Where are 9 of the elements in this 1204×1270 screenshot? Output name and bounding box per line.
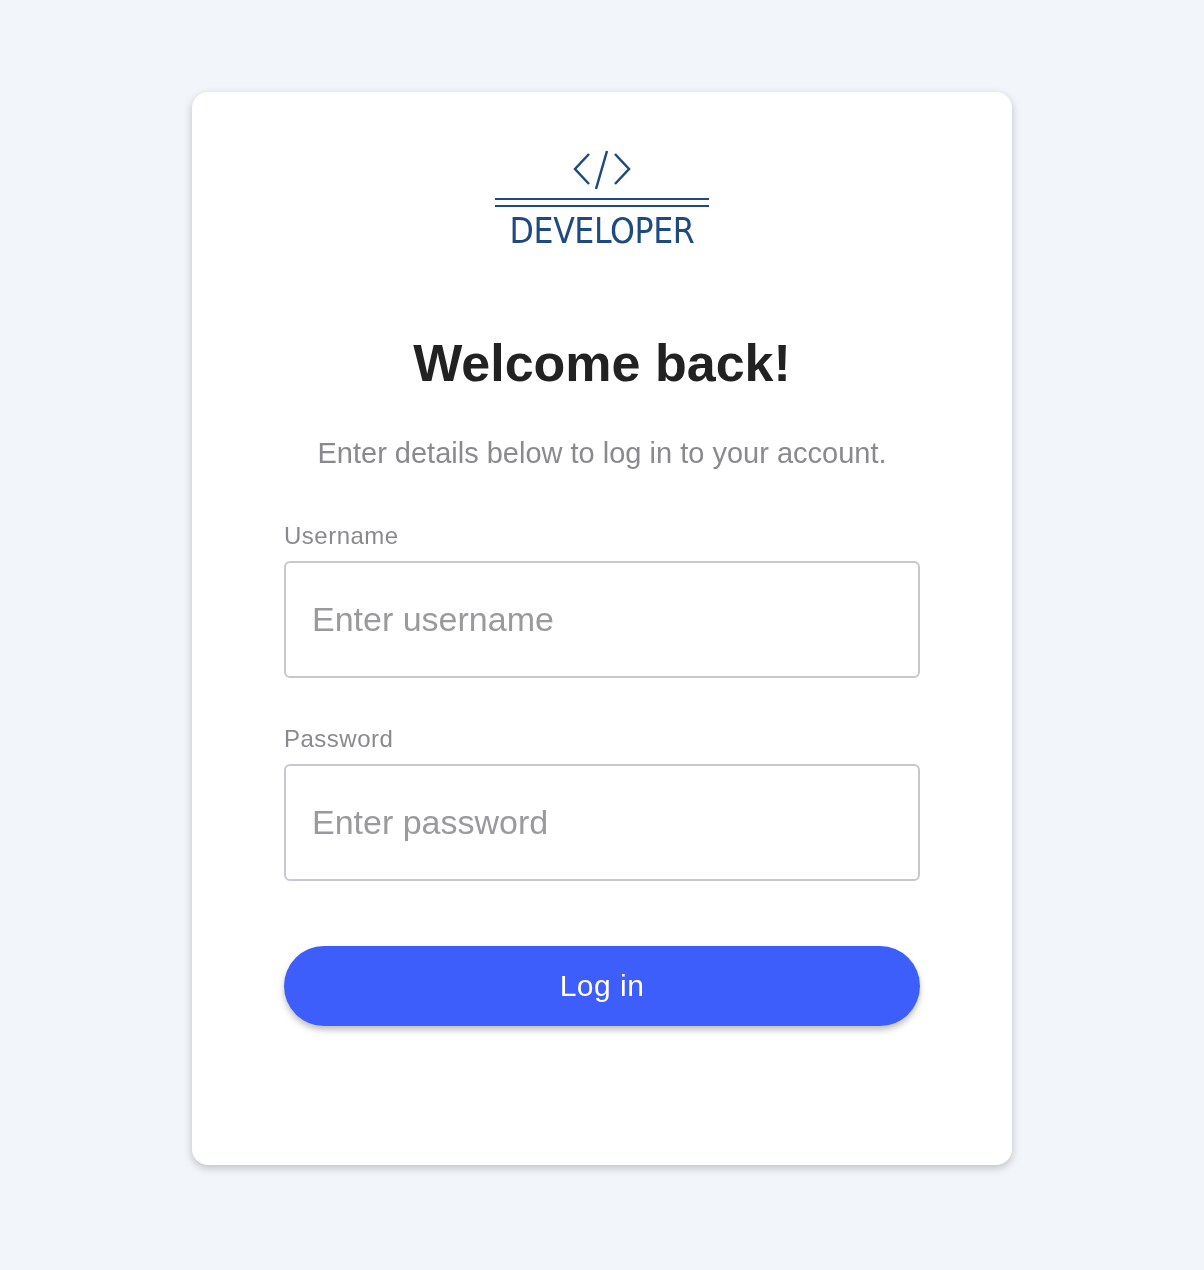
input-field[interactable]: Enter password [284,764,920,881]
input-field[interactable]: Enter username [284,561,920,678]
login-button[interactable]: Log in [284,946,920,1026]
field-label: Username [284,521,399,551]
field-label: Password [284,724,394,754]
logo-text: DEVELOPER [509,211,695,251]
subtitle: Enter details below to log in to your account. [316,436,888,471]
heading: Welcome back! [412,333,792,393]
code-icon [571,150,633,190]
